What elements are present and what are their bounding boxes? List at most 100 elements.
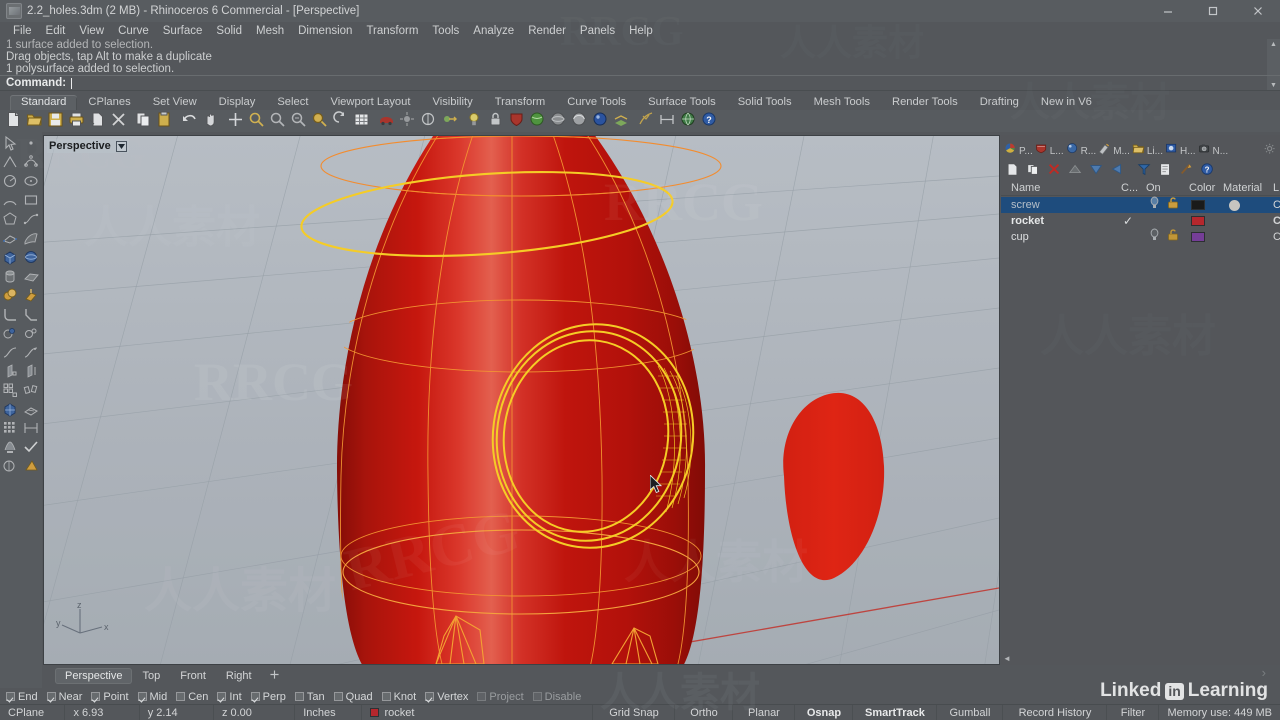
viewport-tab-perspective[interactable]: Perspective xyxy=(55,668,133,684)
status-units[interactable]: Inches xyxy=(295,704,363,720)
array-polar-icon[interactable] xyxy=(21,381,42,400)
osnap-mid[interactable]: Mid xyxy=(137,691,167,703)
osnap-point[interactable]: Point xyxy=(91,691,129,703)
layer-green-icon[interactable] xyxy=(613,111,633,131)
chevron-down-icon[interactable] xyxy=(115,140,127,152)
toolbar-tab-standard[interactable]: Standard xyxy=(10,95,78,110)
surface-sweep-icon[interactable] xyxy=(21,229,42,248)
panel-tab-materials[interactable]: M... xyxy=(1098,142,1130,160)
layer-row[interactable]: cup C xyxy=(1001,228,1280,246)
status-toggle-planar[interactable]: Planar xyxy=(733,704,796,720)
menu-item-transform[interactable]: Transform xyxy=(359,25,425,37)
panel-tab-help-panel[interactable]: H... xyxy=(1165,142,1196,160)
osnap-int[interactable]: Int xyxy=(217,691,242,703)
command-history[interactable]: 1 surface added to selection. Drag object… xyxy=(0,39,1280,75)
status-layer[interactable]: rocket xyxy=(362,704,594,720)
control-point-curve-icon[interactable] xyxy=(21,153,42,172)
osnap-checkbox[interactable] xyxy=(425,692,435,701)
new-file-icon[interactable] xyxy=(5,111,25,131)
text-icon[interactable] xyxy=(0,438,21,457)
picture-icon[interactable] xyxy=(0,457,21,476)
ellipse-icon[interactable] xyxy=(21,172,42,191)
zoom-in-out-icon[interactable] xyxy=(332,111,352,131)
osnap-checkbox[interactable] xyxy=(381,692,391,701)
layer-tool-select-objects[interactable] xyxy=(1179,162,1198,180)
viewport-tab-top[interactable]: Top xyxy=(132,668,170,684)
command-line[interactable]: Command: xyxy=(0,75,1280,91)
layer-row[interactable]: screw C xyxy=(1001,196,1280,214)
zoom-window-icon[interactable] xyxy=(227,111,247,131)
menu-item-solid[interactable]: Solid xyxy=(209,25,249,37)
panel-options-button[interactable] xyxy=(1264,142,1276,160)
cylinder-icon[interactable] xyxy=(0,267,21,286)
osnap-checkbox[interactable] xyxy=(217,692,227,701)
layer-material-swatch[interactable] xyxy=(1229,199,1240,211)
dimension-icon[interactable] xyxy=(659,111,679,131)
toolbar-tab-new-in-v6[interactable]: New in V6 xyxy=(1030,95,1103,110)
zoom-extents-icon[interactable] xyxy=(248,111,268,131)
menu-item-analyze[interactable]: Analyze xyxy=(466,25,521,37)
dim-linear-icon[interactable] xyxy=(21,419,42,438)
osnap-checkbox[interactable] xyxy=(532,692,542,701)
toolbar-tab-select[interactable]: Select xyxy=(266,95,319,110)
sphere-grey-icon[interactable] xyxy=(550,111,570,131)
viewport-title-overlay[interactable]: Perspective xyxy=(47,139,129,153)
toolbar-tab-transform[interactable]: Transform xyxy=(484,95,557,110)
rectangle-icon[interactable] xyxy=(21,191,42,210)
menu-item-tools[interactable]: Tools xyxy=(425,25,466,37)
layer-lock-icon[interactable] xyxy=(1167,196,1179,214)
material-icon[interactable] xyxy=(21,457,42,476)
viewport-tab-front[interactable]: Front xyxy=(170,668,216,684)
menu-item-render[interactable]: Render xyxy=(521,25,573,37)
mesh-box-icon[interactable] xyxy=(0,400,21,419)
toolbar-tab-display[interactable]: Display xyxy=(208,95,267,110)
osnap-disable[interactable]: Disable xyxy=(532,691,581,703)
layer-lock-icon[interactable] xyxy=(1167,228,1179,246)
surface-pts-icon[interactable] xyxy=(0,229,21,248)
help-icon[interactable]: ? xyxy=(701,111,721,131)
sphere-blue-icon[interactable] xyxy=(592,111,612,131)
osnap-checkbox[interactable] xyxy=(294,692,304,701)
render-properties-icon[interactable] xyxy=(441,111,461,131)
array-icon[interactable] xyxy=(0,381,21,400)
osnap-tan[interactable]: Tan xyxy=(294,691,325,703)
check-icon[interactable] xyxy=(21,438,42,457)
layer-linetype[interactable]: C xyxy=(1273,231,1280,243)
osnap-checkbox[interactable] xyxy=(6,692,15,701)
status-toggle-smarttrack[interactable]: SmartTrack xyxy=(853,704,938,720)
polyline-icon[interactable] xyxy=(0,153,21,172)
toolbar-tab-curve-tools[interactable]: Curve Tools xyxy=(556,95,637,110)
layer-row[interactable]: rocket ✓ C xyxy=(1001,213,1280,229)
zoom-dynamic-icon[interactable] xyxy=(290,111,310,131)
offset-icon[interactable] xyxy=(0,324,21,343)
panel-tab-render[interactable]: R... xyxy=(1066,142,1096,160)
toolbar-tab-solid-tools[interactable]: Solid Tools xyxy=(727,95,803,110)
sphere-green-icon[interactable] xyxy=(529,111,549,131)
status-toggle-record-history[interactable]: Record History xyxy=(1003,704,1108,720)
layer-tool-move-down[interactable] xyxy=(1089,162,1108,180)
blend-surface-icon[interactable] xyxy=(21,343,42,362)
print-icon[interactable] xyxy=(68,111,88,131)
osnap-project[interactable]: Project xyxy=(477,691,524,703)
maximize-button[interactable] xyxy=(1190,0,1235,22)
osnap-checkbox[interactable] xyxy=(137,692,147,701)
panel-tab-layers[interactable]: L... xyxy=(1035,142,1064,160)
layer-tool-move-up[interactable] xyxy=(1068,162,1087,180)
panel-tab-libraries[interactable]: Li... xyxy=(1132,142,1163,160)
zoom-target-icon[interactable] xyxy=(311,111,331,131)
status-toggle-filter[interactable]: Filter xyxy=(1107,704,1160,720)
osnap-end[interactable]: End xyxy=(6,691,38,703)
sphere-solid-icon[interactable] xyxy=(21,248,42,267)
pan-hand-icon[interactable] xyxy=(202,111,222,131)
globe-icon[interactable] xyxy=(680,111,700,131)
close-button[interactable] xyxy=(1235,0,1280,22)
shield-red-icon[interactable] xyxy=(508,111,528,131)
menu-item-edit[interactable]: Edit xyxy=(39,25,73,37)
layer-color-swatch[interactable] xyxy=(1191,200,1205,210)
toolbar-tab-visibility[interactable]: Visibility xyxy=(421,95,483,110)
toolbar-tab-render-tools[interactable]: Render Tools xyxy=(881,95,969,110)
polygon-icon[interactable] xyxy=(0,210,21,229)
layer-tool-new-layer[interactable] xyxy=(1005,162,1024,180)
toolbar-tab-surface-tools[interactable]: Surface Tools xyxy=(637,95,727,110)
render-preview-icon[interactable] xyxy=(399,111,419,131)
